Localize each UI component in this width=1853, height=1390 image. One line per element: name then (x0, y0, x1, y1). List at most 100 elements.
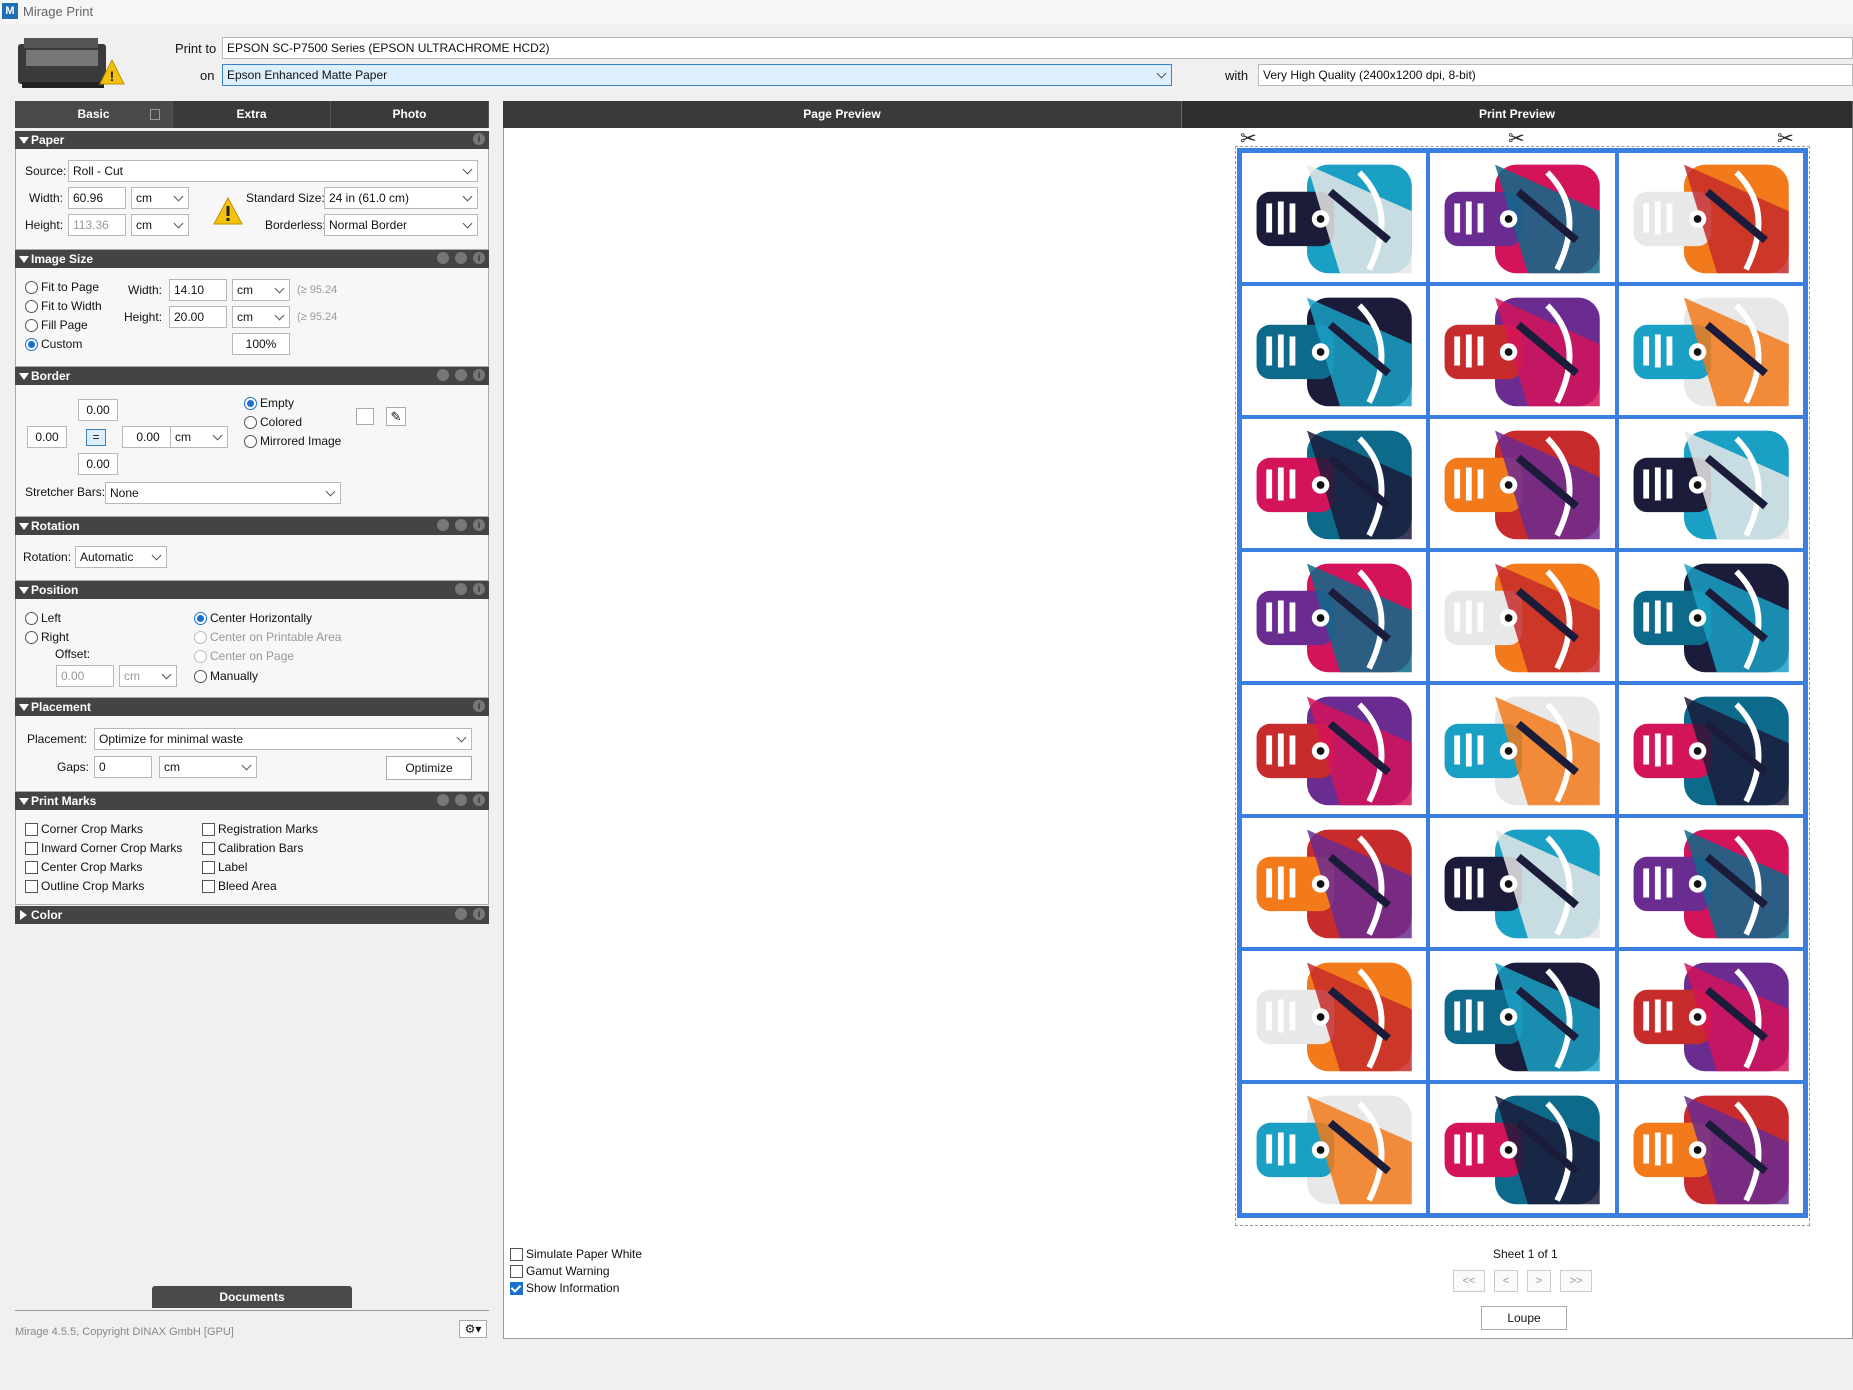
info-icon[interactable]: i (473, 369, 485, 381)
border-empty-radio[interactable]: Empty (244, 396, 294, 410)
artwork-tile[interactable] (1616, 550, 1805, 683)
media-select[interactable]: Epson Enhanced Matte Paper (222, 64, 1172, 86)
artwork-tile[interactable] (1616, 683, 1805, 816)
scale-input[interactable]: 100% (232, 333, 290, 355)
border-right-input[interactable]: 0.00 (122, 426, 174, 448)
rotation-section-header[interactable]: Rotation i (15, 517, 489, 535)
prev-page-button[interactable]: < (1494, 1270, 1518, 1292)
fit-to-width-radio[interactable]: Fit to Width (25, 299, 102, 313)
info-icon[interactable]: i (473, 519, 485, 531)
tab-extra[interactable]: Extra (173, 101, 331, 128)
fill-page-radio[interactable]: Fill Page (25, 318, 88, 332)
rotation-select[interactable]: Automatic (75, 546, 167, 568)
position-right-radio[interactable]: Right (25, 630, 69, 644)
registration-marks-checkbox[interactable]: Registration Marks (202, 822, 318, 836)
label-checkbox[interactable]: Label (202, 860, 247, 874)
artwork-tile[interactable] (1428, 949, 1617, 1082)
image-height-input[interactable]: 20.00 (169, 306, 227, 328)
info-icon[interactable]: i (473, 583, 485, 595)
tab-page-preview[interactable]: Page Preview (503, 101, 1182, 128)
artwork-tile[interactable] (1616, 151, 1805, 284)
placement-select[interactable]: Optimize for minimal waste (94, 728, 472, 750)
paper-height-input[interactable]: 113.36 (68, 214, 126, 236)
artwork-tile[interactable] (1616, 284, 1805, 417)
clipboard-icon[interactable] (437, 252, 449, 264)
image-height-unit[interactable]: cm (232, 306, 290, 328)
gear-icon[interactable]: ⚙▾ (459, 1320, 487, 1338)
undo-icon[interactable] (455, 519, 467, 531)
source-select[interactable]: Roll - Cut (68, 160, 478, 182)
border-link-button[interactable]: = (86, 429, 106, 446)
border-colored-radio[interactable]: Colored (244, 415, 302, 429)
optimize-button[interactable]: Optimize (386, 756, 472, 780)
border-bottom-input[interactable]: 0.00 (78, 453, 118, 475)
artwork-tile[interactable] (1240, 683, 1429, 816)
offset-unit[interactable]: cm (119, 665, 177, 687)
artwork-tile[interactable] (1428, 1082, 1617, 1215)
simulate-paper-white-checkbox[interactable]: Simulate Paper White (510, 1247, 642, 1261)
info-icon[interactable]: i (473, 908, 485, 920)
fit-to-page-radio[interactable]: Fit to Page (25, 280, 99, 294)
artwork-tile[interactable] (1240, 417, 1429, 550)
center-printable-radio[interactable]: Center on Printable Area (194, 630, 341, 644)
artwork-tile[interactable] (1240, 151, 1429, 284)
undo-icon[interactable] (455, 583, 467, 595)
undo-icon[interactable] (455, 252, 467, 264)
documents-tab[interactable]: Documents (152, 1286, 352, 1308)
offset-input[interactable]: 0.00 (56, 665, 114, 687)
image-grid[interactable] (1237, 148, 1808, 1218)
artwork-tile[interactable] (1428, 417, 1617, 550)
loupe-button[interactable]: Loupe (1481, 1306, 1567, 1330)
image-size-section-header[interactable]: Image Size i (15, 250, 489, 268)
position-section-header[interactable]: Position i (15, 581, 489, 599)
artwork-tile[interactable] (1240, 1082, 1429, 1215)
manually-radio[interactable]: Manually (194, 669, 258, 683)
gaps-input[interactable]: 0 (94, 756, 152, 778)
print-marks-section-header[interactable]: Print Marks i (15, 792, 489, 810)
eyedropper-icon[interactable]: ✎ (386, 407, 406, 426)
border-top-input[interactable]: 0.00 (78, 399, 118, 421)
clipboard-icon[interactable] (437, 519, 449, 531)
paper-width-input[interactable]: 60.96 (68, 187, 126, 209)
artwork-tile[interactable] (1428, 151, 1617, 284)
last-page-button[interactable]: >> (1560, 1270, 1592, 1292)
gaps-unit[interactable]: cm (159, 756, 257, 778)
border-color-swatch[interactable] (356, 408, 374, 425)
printer-select[interactable]: EPSON SC-P7500 Series (EPSON ULTRACHROME… (222, 37, 1853, 59)
show-information-checkbox[interactable]: Show Information (510, 1281, 619, 1295)
position-left-radio[interactable]: Left (25, 611, 61, 625)
paper-width-unit[interactable]: cm (131, 187, 189, 209)
artwork-tile[interactable] (1428, 816, 1617, 949)
paper-height-unit[interactable]: cm (131, 214, 189, 236)
undo-icon[interactable] (455, 908, 467, 920)
artwork-tile[interactable] (1240, 949, 1429, 1082)
artwork-tile[interactable] (1616, 1082, 1805, 1215)
artwork-tile[interactable] (1240, 284, 1429, 417)
info-icon[interactable]: i (473, 700, 485, 712)
first-page-button[interactable]: << (1453, 1270, 1485, 1292)
info-icon[interactable]: i (473, 252, 485, 264)
artwork-tile[interactable] (1616, 417, 1805, 550)
gamut-warning-checkbox[interactable]: Gamut Warning (510, 1264, 610, 1278)
quality-select[interactable]: Very High Quality (2400x1200 dpi, 8-bit) (1258, 64, 1853, 86)
placement-section-header[interactable]: Placement i (15, 698, 489, 716)
stretcher-select[interactable]: None (105, 482, 341, 504)
border-mirrored-radio[interactable]: Mirrored Image (244, 434, 341, 448)
clipboard-icon[interactable] (437, 794, 449, 806)
inward-corner-crop-marks-checkbox[interactable]: Inward Corner Crop Marks (25, 841, 182, 855)
image-width-input[interactable]: 14.10 (169, 279, 227, 301)
tab-photo[interactable]: Photo (331, 101, 489, 128)
info-icon[interactable]: i (473, 794, 485, 806)
standard-size-select[interactable]: 24 in (61.0 cm) (324, 187, 478, 209)
info-icon[interactable]: i (473, 133, 485, 145)
borderless-select[interactable]: Normal Border (324, 214, 478, 236)
border-left-input[interactable]: 0.00 (27, 426, 67, 448)
undo-icon[interactable] (455, 369, 467, 381)
artwork-tile[interactable] (1240, 816, 1429, 949)
artwork-tile[interactable] (1428, 550, 1617, 683)
corner-crop-marks-checkbox[interactable]: Corner Crop Marks (25, 822, 143, 836)
artwork-tile[interactable] (1616, 816, 1805, 949)
border-unit[interactable]: cm (170, 426, 228, 448)
color-section-header[interactable]: Color i (15, 906, 489, 924)
tab-print-preview[interactable]: Print Preview (1182, 101, 1853, 128)
